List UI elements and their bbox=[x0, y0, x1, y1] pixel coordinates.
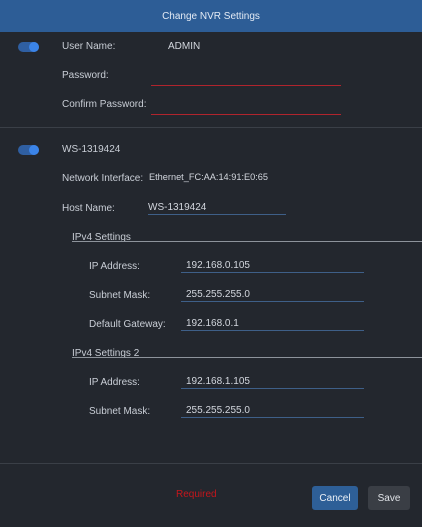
ipv4-2-ip-field[interactable]: 192.168.1.105 bbox=[186, 376, 250, 387]
confirm-password-label: Confirm Password: bbox=[62, 99, 147, 110]
ipv4-subnet-underline bbox=[181, 301, 364, 302]
ipv4-2-section-line bbox=[72, 357, 422, 358]
network-interface-label: Network Interface: bbox=[62, 173, 144, 184]
section-divider bbox=[0, 127, 422, 128]
password-label: Password: bbox=[62, 70, 109, 81]
network-interface-value[interactable]: Ethernet_FC:AA:14:91:E0:65 bbox=[149, 172, 268, 182]
host-name-label: Host Name: bbox=[62, 203, 115, 214]
ipv4-2-subnet-label: Subnet Mask: bbox=[89, 406, 151, 417]
cancel-button[interactable]: Cancel bbox=[312, 486, 358, 510]
ipv4-gateway-field[interactable]: 192.168.0.1 bbox=[186, 318, 239, 329]
host-name-field[interactable]: WS-1319424 bbox=[148, 202, 206, 213]
user-enable-toggle[interactable] bbox=[18, 42, 39, 52]
ipv4-2-ip-underline bbox=[181, 388, 364, 389]
device-name: WS-1319424 bbox=[62, 144, 121, 155]
password-underline bbox=[151, 85, 341, 86]
window-title: Change NVR Settings bbox=[162, 10, 260, 22]
ipv4-ip-label: IP Address: bbox=[89, 261, 140, 272]
ipv4-2-subnet-field[interactable]: 255.255.255.0 bbox=[186, 405, 250, 416]
ipv4-2-subnet-underline bbox=[181, 417, 364, 418]
window-title-bar: Change NVR Settings bbox=[0, 0, 422, 32]
username-value: ADMIN bbox=[168, 41, 201, 52]
ipv4-subnet-field[interactable]: 255.255.255.0 bbox=[186, 289, 250, 300]
save-button[interactable]: Save bbox=[368, 486, 410, 510]
ipv4-section-line bbox=[72, 241, 422, 242]
ipv4-2-ip-label: IP Address: bbox=[89, 377, 140, 388]
ipv4-ip-underline bbox=[181, 272, 364, 273]
ipv4-gateway-label: Default Gateway: bbox=[89, 319, 166, 330]
confirm-password-underline bbox=[151, 114, 341, 115]
username-label: User Name: bbox=[62, 41, 116, 52]
device-enable-toggle[interactable] bbox=[18, 145, 39, 155]
ipv4-subnet-label: Subnet Mask: bbox=[89, 290, 151, 301]
ipv4-gateway-underline bbox=[181, 330, 364, 331]
host-name-underline bbox=[148, 214, 286, 215]
ipv4-ip-field[interactable]: 192.168.0.105 bbox=[186, 260, 250, 271]
required-message: Required bbox=[176, 489, 217, 500]
footer-divider bbox=[0, 463, 422, 464]
